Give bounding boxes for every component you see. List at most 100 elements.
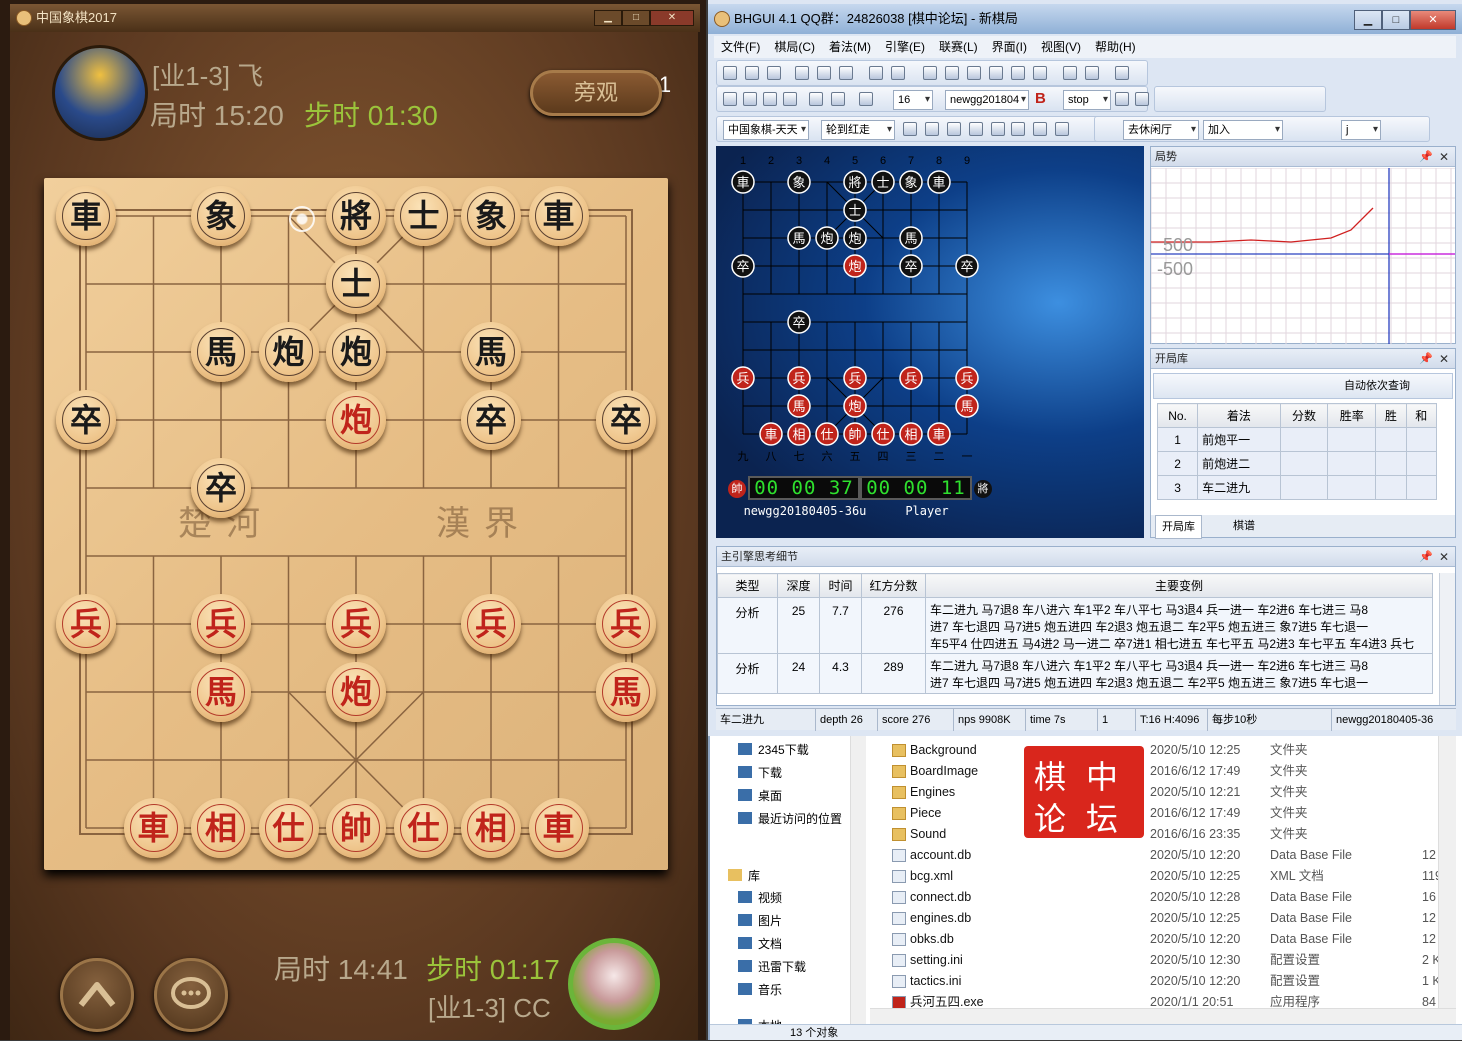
red-piece[interactable]: 車	[528, 798, 589, 858]
red-piece[interactable]: 馬	[596, 662, 656, 722]
file-row[interactable]: tactics.ini 2020/5/10 12:20 配置设置 1 K	[886, 971, 1456, 992]
toolbar-icon[interactable]	[809, 92, 823, 106]
toolbar-icon[interactable]	[869, 66, 883, 80]
file-row[interactable]: Background 2020/5/10 12:25 文件夹	[886, 740, 1456, 761]
toolbar-icon[interactable]	[763, 92, 777, 106]
nav-item[interactable]: 库	[728, 866, 760, 886]
menu-engine[interactable]: 引擎(E)	[878, 36, 932, 58]
list-scrollbar[interactable]	[1438, 736, 1456, 1008]
red-piece[interactable]: 兵	[326, 594, 386, 654]
file-row[interactable]: Sound 2016/6/16 23:35 文件夹	[886, 824, 1456, 845]
watch-button[interactable]: 旁观	[530, 70, 662, 116]
maximize-button[interactable]: □	[622, 10, 650, 26]
room-combo[interactable]: 去休闲厅	[1123, 120, 1199, 140]
black-piece[interactable]: 車	[528, 186, 589, 246]
toolbar-icon[interactable]	[991, 122, 1005, 136]
toolbar-icon[interactable]	[783, 92, 797, 106]
engine-board[interactable]: 123456789九八七六五四三二一車象將士象車士馬炮炮馬卒炮卒卒卒兵兵兵兵兵馬…	[716, 146, 1144, 538]
pin-icon[interactable]: 📌	[1419, 547, 1433, 567]
nav-item[interactable]: 文档	[738, 934, 782, 954]
black-piece[interactable]: 卒	[56, 390, 116, 450]
menu-league[interactable]: 联赛(L)	[932, 36, 985, 58]
file-row[interactable]: bcg.xml2020/5/10 12:25XML 文档119 K	[886, 866, 1456, 887]
minimize-button[interactable]: ▁	[1354, 10, 1382, 30]
nav-item[interactable]: 音乐	[738, 980, 782, 1000]
toolbar-icon[interactable]	[1033, 122, 1047, 136]
table-row[interactable]: 2 前炮进二	[1156, 451, 1438, 476]
toolbar-icon[interactable]	[1033, 66, 1047, 80]
depth-combo[interactable]: 16	[893, 90, 933, 110]
toolbar-icon[interactable]	[891, 66, 905, 80]
nav-item[interactable]: 2345下载	[738, 740, 809, 760]
minimize-button[interactable]: ▁	[594, 10, 622, 26]
toolbar-icon[interactable]	[723, 66, 737, 80]
maximize-button[interactable]: □	[1382, 10, 1410, 30]
col-red-score[interactable]: 红方分数	[861, 573, 926, 598]
toolbar-icon[interactable]	[1011, 66, 1025, 80]
black-piece[interactable]: 將	[326, 186, 386, 246]
black-piece[interactable]: 馬	[191, 322, 251, 382]
close-icon[interactable]: ✕	[1439, 147, 1449, 167]
player-avatar[interactable]	[568, 938, 660, 1030]
black-piece[interactable]: 士	[326, 254, 386, 314]
toolbar-icon[interactable]	[967, 66, 981, 80]
menu-move[interactable]: 着法(M)	[822, 36, 878, 58]
nav-item[interactable]: 视频	[738, 888, 782, 908]
file-row[interactable]: setting.ini 2020/5/10 12:30 配置设置 2 K	[886, 950, 1456, 971]
black-piece[interactable]: 卒	[191, 458, 251, 518]
vertical-scrollbar[interactable]	[1439, 573, 1455, 705]
toolbar-icon[interactable]	[859, 92, 873, 106]
toolbar-icon[interactable]	[969, 122, 983, 136]
toolbar-icon[interactable]	[817, 66, 831, 80]
toolbar-icon[interactable]	[1135, 92, 1149, 106]
red-piece[interactable]: 炮	[326, 390, 386, 450]
stop-combo[interactable]: stop	[1063, 90, 1111, 110]
toolbar-icon[interactable]	[767, 66, 781, 80]
nav-item[interactable]: 图片	[738, 911, 782, 931]
red-piece[interactable]: 炮	[326, 662, 386, 722]
col-score[interactable]: 分数	[1279, 403, 1329, 428]
black-piece[interactable]: 炮	[258, 322, 319, 382]
table-row[interactable]: 分析 25 7.7 276 车二进九 马7退8 车八进六 车1平2 车八平七 马…	[717, 597, 1433, 654]
xiangqi-board[interactable]: 楚河 漢界 車象將士象車士馬炮炮馬卒炮卒卒卒兵兵兵兵兵馬炮馬車相仕帥仕相車	[44, 178, 668, 870]
col-move[interactable]: 着法	[1197, 403, 1281, 428]
menu-help[interactable]: 帮助(H)	[1088, 36, 1143, 58]
black-piece[interactable]: 卒	[461, 390, 521, 450]
file-row[interactable]: obks.db 2020/5/10 12:20 Data Base File 12 K	[886, 929, 1456, 950]
toolbar-icon[interactable]	[989, 66, 1003, 80]
black-piece[interactable]: 卒	[596, 390, 656, 450]
toolbar-icon[interactable]	[1085, 66, 1099, 80]
close-icon[interactable]: ✕	[1439, 349, 1449, 369]
col-type[interactable]: 类型	[717, 573, 778, 598]
file-row[interactable]: Engines 2020/5/10 12:21 文件夹	[886, 782, 1456, 803]
file-row[interactable]: Piece 2016/6/12 17:49 文件夹	[886, 803, 1456, 824]
join-combo[interactable]: 加入	[1203, 120, 1283, 140]
black-piece[interactable]: 馬	[461, 322, 521, 382]
table-row[interactable]: 3 车二进九	[1156, 475, 1438, 500]
file-row[interactable]: account.db 2020/5/10 12:20 Data Base File 1…	[886, 845, 1456, 866]
toolbar-icon[interactable]	[945, 66, 959, 80]
close-button[interactable]: ✕	[650, 10, 694, 26]
red-piece[interactable]: 帥	[326, 798, 386, 858]
close-icon[interactable]: ✕	[1439, 547, 1449, 567]
toolbar-icon[interactable]	[831, 92, 845, 106]
tab-opening-book[interactable]: 开局库	[1155, 515, 1202, 539]
toolbar-icon[interactable]	[723, 92, 737, 106]
nav-item[interactable]: 下载	[738, 763, 782, 783]
tab-game-record[interactable]: 棋谱	[1227, 515, 1261, 537]
red-piece[interactable]: 相	[191, 798, 251, 858]
table-row[interactable]: 1 前炮平一	[1156, 427, 1438, 452]
red-piece[interactable]: 兵	[191, 594, 251, 654]
col-winrate[interactable]: 胜率	[1327, 403, 1377, 428]
mode-combo[interactable]: 中国象棋-天天	[723, 120, 809, 140]
menu-ui[interactable]: 界面(I)	[985, 36, 1034, 58]
title-bar[interactable]: 中国象棋2017 ▁ □ ✕	[10, 4, 700, 32]
nav-item[interactable]: 最近访问的位置	[738, 809, 842, 829]
black-piece[interactable]: 象	[191, 186, 251, 246]
red-piece[interactable]: 仕	[258, 798, 319, 858]
toolbar-icon[interactable]	[925, 122, 939, 136]
red-piece[interactable]: 仕	[393, 798, 454, 858]
nav-scrollbar[interactable]	[850, 736, 866, 1026]
toolbar-icon[interactable]	[1063, 66, 1077, 80]
toolbar-icon[interactable]	[1055, 122, 1069, 136]
